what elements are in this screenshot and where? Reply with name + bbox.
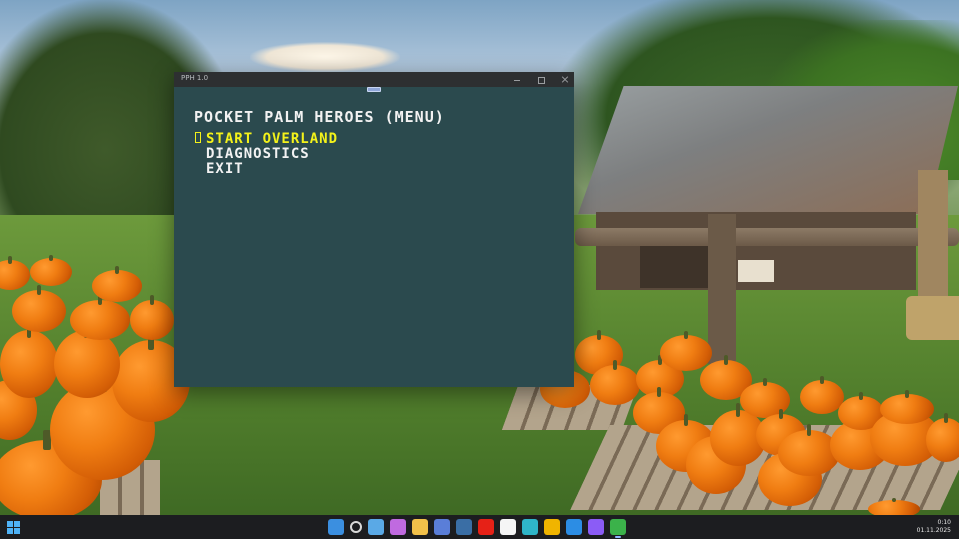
- maximize-icon[interactable]: [534, 74, 548, 85]
- wallpaper-pumpkin: [880, 390, 934, 424]
- windows-logo-icon: [14, 521, 20, 527]
- wallpaper-pumpkin: [70, 295, 130, 340]
- windows-logo-icon: [14, 528, 20, 534]
- wallpaper-pumpkin: [54, 321, 120, 398]
- wallpaper-cloud: [250, 42, 400, 72]
- wallpaper-pumpkin: [926, 412, 959, 462]
- wallpaper-pumpkin: [12, 284, 66, 332]
- app-window: PPH 1.0 POCKET PALM HEROES (MENU) START …: [174, 72, 574, 387]
- menu-heading: POCKET PALM HEROES (MENU): [194, 108, 445, 126]
- wallpaper-sign: [738, 260, 774, 282]
- window-titlebar[interactable]: PPH 1.0: [174, 72, 574, 87]
- close-icon[interactable]: [558, 74, 572, 85]
- youtube-icon[interactable]: [478, 519, 494, 535]
- windows-widgets-icon[interactable]: [328, 519, 344, 535]
- wallpaper-hay-bale: [906, 296, 959, 340]
- wallpaper-fence: [575, 228, 959, 246]
- wallpaper-barn-roof: [578, 86, 958, 214]
- vscode-icon[interactable]: [566, 519, 582, 535]
- wallpaper-pumpkin: [92, 266, 142, 302]
- minimize-icon[interactable]: [510, 74, 524, 85]
- taskbar: 0:10 01.11.2025: [0, 515, 959, 539]
- menu-item-diagnostics[interactable]: DIAGNOSTICS: [194, 145, 338, 162]
- windows-logo-icon: [7, 528, 13, 534]
- wallpaper-pumpkin: [130, 295, 174, 340]
- menu-list: START OVERLAND DIAGNOSTICS EXIT: [194, 130, 339, 177]
- visual-studio-icon[interactable]: [588, 519, 604, 535]
- file-explorer-icon[interactable]: [412, 519, 428, 535]
- menu-item-label: EXIT: [206, 160, 244, 177]
- save-icon[interactable]: [434, 519, 450, 535]
- search-icon[interactable]: [350, 521, 362, 533]
- wallpaper-pumpkin: [30, 254, 72, 286]
- notepad-icon[interactable]: [368, 519, 384, 535]
- copilot-icon[interactable]: [390, 519, 406, 535]
- wallpaper-fence-post: [918, 170, 948, 310]
- system-clock[interactable]: 0:10 01.11.2025: [917, 519, 951, 535]
- menu-item-label: START OVERLAND: [206, 130, 339, 147]
- taskbar-pinned-apps: [328, 519, 626, 538]
- game-app-icon[interactable]: [610, 519, 626, 538]
- windows-logo-icon: [7, 521, 13, 527]
- wallpaper-pumpkin: [590, 360, 640, 405]
- menu-item-start-overland[interactable]: START OVERLAND: [194, 130, 339, 147]
- steam-icon[interactable]: [456, 519, 472, 535]
- clock-date: 01.11.2025: [916, 527, 951, 534]
- chrome-icon[interactable]: [544, 519, 560, 535]
- wallpaper-pumpkin: [660, 330, 712, 371]
- wallpaper-pumpkin: [0, 321, 58, 398]
- game-screen: POCKET PALM HEROES (MENU) START OVERLAND…: [174, 87, 574, 387]
- clock-time: 0:10: [937, 519, 951, 526]
- start-button[interactable]: [7, 521, 20, 534]
- wallpaper-pumpkin: [868, 497, 920, 515]
- yandex-browser-icon[interactable]: [500, 519, 516, 535]
- wallpaper-fence-post: [708, 214, 736, 364]
- selection-cursor-icon: [194, 131, 206, 147]
- edge-icon[interactable]: [522, 519, 538, 535]
- menu-item-label: DIAGNOSTICS: [206, 145, 310, 162]
- window-title: PPH 1.0: [181, 74, 209, 82]
- menu-item-exit[interactable]: EXIT: [194, 160, 338, 177]
